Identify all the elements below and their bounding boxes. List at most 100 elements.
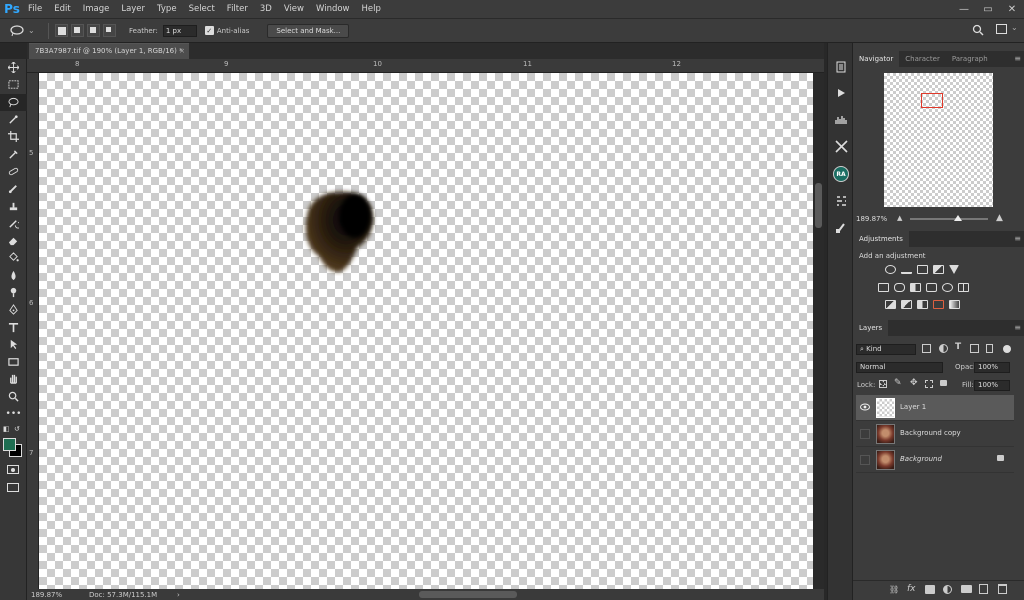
dodge-tool[interactable] xyxy=(0,284,27,301)
filter-shape-icon[interactable] xyxy=(970,344,979,353)
subtract-from-selection-button[interactable] xyxy=(87,24,100,37)
delete-layer-icon[interactable] xyxy=(998,584,1007,594)
new-adjustment-icon[interactable] xyxy=(943,585,952,594)
fill-input[interactable]: 100% xyxy=(974,380,1010,391)
history-brush-tool[interactable] xyxy=(0,215,27,232)
panel-menu-icon[interactable]: ≡ xyxy=(1014,51,1021,67)
tools-icon[interactable] xyxy=(828,136,854,156)
curves-icon[interactable] xyxy=(917,265,928,274)
move-tool[interactable] xyxy=(0,59,27,76)
vibrance-icon[interactable] xyxy=(949,265,959,274)
lock-all-icon[interactable] xyxy=(940,380,947,386)
brightness-icon[interactable] xyxy=(885,265,896,274)
menu-help[interactable]: Help xyxy=(356,0,387,18)
menu-window[interactable]: Window xyxy=(310,0,356,18)
new-group-icon[interactable] xyxy=(961,585,972,593)
intersect-selection-button[interactable] xyxy=(103,24,116,37)
filter-toggle-icon[interactable] xyxy=(1003,345,1011,353)
lasso-tool[interactable] xyxy=(0,93,27,111)
type-tool[interactable] xyxy=(0,318,27,335)
eraser-tool[interactable] xyxy=(0,232,27,249)
zoom-out-icon[interactable]: ▲ xyxy=(897,214,902,222)
menu-edit[interactable]: Edit xyxy=(48,0,76,18)
menu-3d[interactable]: 3D xyxy=(254,0,278,18)
navigator-zoom[interactable]: 189.87% xyxy=(856,215,887,223)
layer-name[interactable]: Background xyxy=(900,455,942,463)
ra-icon[interactable]: RA xyxy=(828,164,854,184)
layer-row[interactable]: Background xyxy=(856,447,1014,473)
search-icon[interactable] xyxy=(972,24,984,38)
clone-stamp-tool[interactable] xyxy=(0,197,27,214)
select-and-mask-button[interactable]: Select and Mask... xyxy=(267,23,350,38)
hand-tool[interactable] xyxy=(0,370,27,387)
zoom-slider-handle[interactable] xyxy=(954,215,962,221)
lasso-preset-picker[interactable]: ⌄ xyxy=(10,22,42,40)
healing-brush-tool[interactable] xyxy=(0,163,27,180)
feather-input[interactable] xyxy=(162,24,197,37)
history-icon[interactable] xyxy=(828,57,854,77)
menu-image[interactable]: Image xyxy=(77,0,116,18)
eye-icon[interactable] xyxy=(860,403,870,413)
filter-adjustment-icon[interactable] xyxy=(939,344,948,353)
workspace-icon[interactable] xyxy=(996,24,1007,34)
menu-file[interactable]: File xyxy=(22,0,48,18)
quick-mask-icon[interactable] xyxy=(7,465,19,474)
posterize-icon[interactable] xyxy=(901,300,912,309)
horizontal-scroll-thumb[interactable] xyxy=(419,591,517,598)
zoom-tool[interactable] xyxy=(0,388,27,405)
hue-saturation-icon[interactable] xyxy=(878,283,889,292)
document-tab[interactable]: 7B3A7987.tif @ 190% (Layer 1, RGB/16) * … xyxy=(29,43,189,59)
tab-paragraph[interactable]: Paragraph xyxy=(946,51,994,67)
properties-icon[interactable] xyxy=(828,191,854,211)
lock-artboard-icon[interactable] xyxy=(925,380,933,388)
invert-icon[interactable] xyxy=(885,300,896,309)
menu-layer[interactable]: Layer xyxy=(115,0,151,18)
antialias-checkbox[interactable]: ✓ xyxy=(204,26,214,35)
layer-filter-select[interactable]: ⌕ Kind xyxy=(856,344,916,355)
eye-toggle-off[interactable] xyxy=(860,455,870,465)
panel-menu-icon[interactable]: ≡ xyxy=(1014,231,1021,247)
status-arrow-icon[interactable]: › xyxy=(177,591,180,599)
photo-filter-icon[interactable] xyxy=(926,283,937,292)
layer-row[interactable]: Background copy xyxy=(856,421,1014,447)
play-icon[interactable] xyxy=(828,83,854,103)
foreground-color-swatch[interactable] xyxy=(3,438,16,451)
channel-mixer-icon[interactable] xyxy=(942,283,953,292)
threshold-icon[interactable] xyxy=(917,300,928,309)
filter-smart-object-icon[interactable] xyxy=(986,344,993,353)
black-white-icon[interactable] xyxy=(910,283,921,292)
close-tab-icon[interactable]: × xyxy=(179,44,185,59)
selective-color-icon[interactable] xyxy=(933,300,944,309)
zoom-in-icon[interactable]: ▲ xyxy=(996,213,1003,223)
gradient-map-icon[interactable] xyxy=(949,300,960,309)
panel-menu-icon[interactable]: ≡ xyxy=(1014,320,1021,336)
restore-button[interactable]: ▭ xyxy=(976,0,1000,18)
eye-toggle-off[interactable] xyxy=(860,429,870,439)
opacity-input[interactable]: 100% xyxy=(974,362,1010,373)
minimize-button[interactable]: — xyxy=(952,0,976,18)
quick-selection-tool[interactable] xyxy=(0,111,27,128)
menu-filter[interactable]: Filter xyxy=(221,0,254,18)
more-tools[interactable]: ••• xyxy=(0,405,27,422)
blur-tool[interactable] xyxy=(0,267,27,284)
close-button[interactable]: ✕ xyxy=(1000,0,1024,18)
tab-navigator[interactable]: Navigator xyxy=(853,51,900,67)
layer-name[interactable]: Background copy xyxy=(900,429,961,437)
workspace-chevron-icon[interactable]: ⌄ xyxy=(1011,23,1018,32)
marquee-tool[interactable] xyxy=(0,76,27,93)
add-to-selection-button[interactable] xyxy=(71,24,84,37)
levels-icon[interactable] xyxy=(828,110,854,130)
pen-tool[interactable] xyxy=(0,301,27,318)
brush-tool[interactable] xyxy=(0,180,27,197)
layer-name[interactable]: Layer 1 xyxy=(900,403,926,411)
default-colors-swap[interactable]: ◧ ↺ xyxy=(3,425,24,435)
filter-type-icon[interactable]: T xyxy=(955,342,961,352)
tab-adjustments[interactable]: Adjustments xyxy=(853,231,909,247)
new-selection-button[interactable] xyxy=(55,24,68,37)
filter-pixel-icon[interactable] xyxy=(922,344,931,353)
document-canvas[interactable] xyxy=(39,73,813,589)
vertical-scrollbar[interactable] xyxy=(813,73,824,589)
menu-type[interactable]: Type xyxy=(151,0,183,18)
screen-mode-icon[interactable] xyxy=(7,483,19,492)
lock-position-icon[interactable]: ✥ xyxy=(910,378,918,388)
